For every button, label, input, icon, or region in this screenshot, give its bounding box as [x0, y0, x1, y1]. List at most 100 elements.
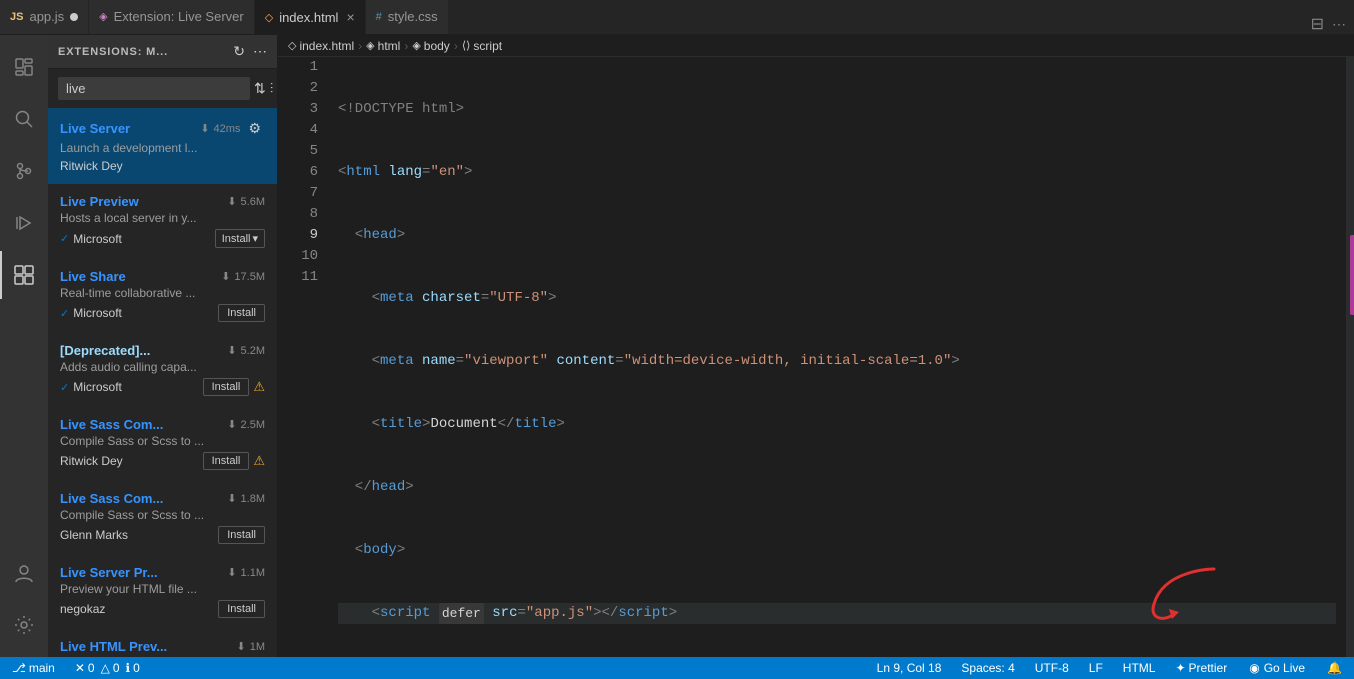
code-content[interactable]: <!DOCTYPE html> <html lang="en"> <head> …: [328, 57, 1346, 657]
line-num-8: 8: [298, 204, 318, 225]
line-ending-text: LF: [1089, 661, 1103, 675]
token: >: [556, 414, 564, 435]
status-errors[interactable]: ✕ 0 △ 0 ℹ 0: [71, 657, 144, 679]
code-line-2: <html lang="en">: [338, 162, 1336, 183]
ext-publisher-name-deprecated: Microsoft: [73, 380, 122, 394]
activity-search[interactable]: [0, 95, 48, 143]
ext-download-icon-4: ⬇: [227, 418, 236, 431]
status-bell[interactable]: 🔔: [1323, 657, 1346, 679]
warning-icon-3: ⚠: [253, 379, 265, 395]
status-prettier[interactable]: ✦ Prettier: [1171, 657, 1231, 679]
extension-item-live-server[interactable]: Live Server ⬇ 42ms ⚙ Launch a developmen…: [48, 108, 277, 184]
activity-accounts[interactable]: [0, 549, 48, 597]
install-button-live-share[interactable]: Install: [218, 304, 265, 322]
extension-item-live-html-prev[interactable]: Live HTML Prev... ⬇ 1M Edit and preview …: [48, 629, 277, 657]
go-live-button[interactable]: ◉ Go Live: [1243, 657, 1311, 679]
breadcrumb-body[interactable]: ◈ body: [412, 39, 450, 53]
token: ></: [593, 603, 618, 624]
ext-download-icon-2: ⬇: [221, 270, 230, 283]
token: meta: [380, 288, 414, 309]
token: <: [338, 540, 363, 561]
status-spaces[interactable]: Spaces: 4: [957, 657, 1018, 679]
sidebar: EXTENSIONS: M... ↻ ⋯ ⇅ ⫶ Live Server ⬇: [48, 35, 278, 657]
tab-modified-dot: [70, 13, 78, 21]
tab-ext-icon: ◈: [99, 10, 107, 23]
ext-meta-live-sass-1: ⬇ 2.5M: [227, 418, 265, 431]
token: =: [422, 162, 430, 183]
activity-settings[interactable]: [0, 601, 48, 649]
tab-app-js[interactable]: JS app.js: [0, 0, 89, 34]
filter-button[interactable]: ⫶: [270, 77, 274, 100]
search-input[interactable]: [58, 77, 250, 100]
extension-item-live-server-pr[interactable]: Live Server Pr... ⬇ 1.1M Preview your HT…: [48, 555, 277, 629]
tab-index-html[interactable]: ◇ index.html ×: [255, 0, 366, 34]
editor-area: ◇ index.html › ◈ html › ◈ body › ⟨⟩ scri…: [278, 35, 1354, 657]
install-button-live-sass-2[interactable]: Install: [218, 526, 265, 544]
sidebar-header-icons: ↻ ⋯: [233, 43, 267, 60]
status-position[interactable]: Ln 9, Col 18: [873, 657, 946, 679]
token: head: [363, 225, 397, 246]
more-icon[interactable]: ⋯: [253, 43, 267, 60]
token: =: [481, 288, 489, 309]
extension-item-live-sass-2[interactable]: Live Sass Com... ⬇ 1.8M Compile Sass or …: [48, 481, 277, 555]
ext-publisher-live-share: ✓ Microsoft: [60, 306, 122, 320]
activity-explorer[interactable]: [0, 43, 48, 91]
extension-item-live-sass-1[interactable]: Live Sass Com... ⬇ 2.5M Compile Sass or …: [48, 407, 277, 481]
breadcrumb: ◇ index.html › ◈ html › ◈ body › ⟨⟩ scri…: [278, 35, 1354, 57]
line-num-2: 2: [298, 78, 318, 99]
encoding-text: UTF-8: [1035, 661, 1069, 675]
info-count: 0: [133, 661, 140, 675]
extension-item-deprecated[interactable]: [Deprecated]... ⬇ 5.2M Adds audio callin…: [48, 333, 277, 407]
install-button-live-preview[interactable]: Install ▾: [215, 229, 265, 248]
line-num-6: 6: [298, 162, 318, 183]
ext-downloads-live-server-pr: 1.1M: [241, 567, 265, 579]
activity-source-control[interactable]: [0, 147, 48, 195]
tab-style-css[interactable]: # style.css: [366, 0, 449, 34]
breadcrumb-index-html[interactable]: ◇ index.html: [288, 39, 354, 53]
install-button-live-server-pr[interactable]: Install: [218, 600, 265, 618]
verified-icon-2: ✓: [60, 307, 69, 320]
status-branch[interactable]: ⎇ main: [8, 657, 59, 679]
status-language[interactable]: HTML: [1119, 657, 1160, 679]
extension-item-live-share[interactable]: Live Share ⬇ 17.5M Real-time collaborati…: [48, 259, 277, 333]
ext-publisher-live-server: Ritwick Dey: [60, 159, 123, 173]
install-button-live-sass-1[interactable]: Install: [203, 452, 250, 470]
ext-desc-live-sass-2: Compile Sass or Scss to ...: [60, 508, 265, 522]
ext-downloads-live-html-prev: 1M: [250, 641, 265, 653]
token: [548, 351, 556, 372]
token: >: [951, 351, 959, 372]
ext-manage-gear[interactable]: ⚙: [244, 118, 265, 139]
extension-list: Live Server ⬇ 42ms ⚙ Launch a developmen…: [48, 108, 277, 657]
status-encoding[interactable]: UTF-8: [1031, 657, 1073, 679]
minimap-slider[interactable]: [1347, 57, 1354, 657]
tab-label-index-html: index.html: [279, 10, 338, 25]
token: name: [422, 351, 456, 372]
sort-filter-button[interactable]: ⇅: [254, 77, 266, 100]
split-editor-icon[interactable]: ⊟: [1311, 14, 1324, 34]
more-actions-icon[interactable]: ⋯: [1332, 16, 1346, 33]
tab-html-icon: ◇: [265, 11, 273, 24]
breadcrumb-script[interactable]: ⟨⟩ script: [462, 39, 502, 53]
install-dropdown-arrow: ▾: [252, 232, 258, 245]
breadcrumb-html[interactable]: ◈ html: [366, 39, 400, 53]
token: "en": [430, 162, 464, 183]
token: <: [338, 351, 380, 372]
extension-item-live-preview[interactable]: Live Preview ⬇ 5.6M Hosts a local server…: [48, 184, 277, 259]
refresh-icon[interactable]: ↻: [233, 43, 245, 60]
token: <: [338, 603, 380, 624]
ext-download-icon-5: ⬇: [227, 492, 236, 505]
activity-run[interactable]: [0, 199, 48, 247]
install-button-deprecated[interactable]: Install: [203, 378, 250, 396]
token: [484, 603, 492, 624]
status-line-ending[interactable]: LF: [1085, 657, 1107, 679]
breadcrumb-html-file-icon: ◇: [288, 39, 296, 52]
tab-close-button[interactable]: ×: [346, 9, 354, 25]
token: title: [380, 414, 422, 435]
code-editor[interactable]: 1 2 3 4 5 6 7 8 9 10 11 <!DOCTYPE html>: [278, 57, 1354, 657]
prettier-text: Prettier: [1189, 661, 1228, 675]
ext-desc-live-share: Real-time collaborative ...: [60, 286, 265, 300]
ext-meta-deprecated: ⬇ 5.2M: [227, 344, 265, 357]
tab-live-server-ext[interactable]: ◈ Extension: Live Server: [89, 0, 255, 34]
ext-desc-live-sass-1: Compile Sass or Scss to ...: [60, 434, 265, 448]
activity-extensions[interactable]: [0, 251, 48, 299]
